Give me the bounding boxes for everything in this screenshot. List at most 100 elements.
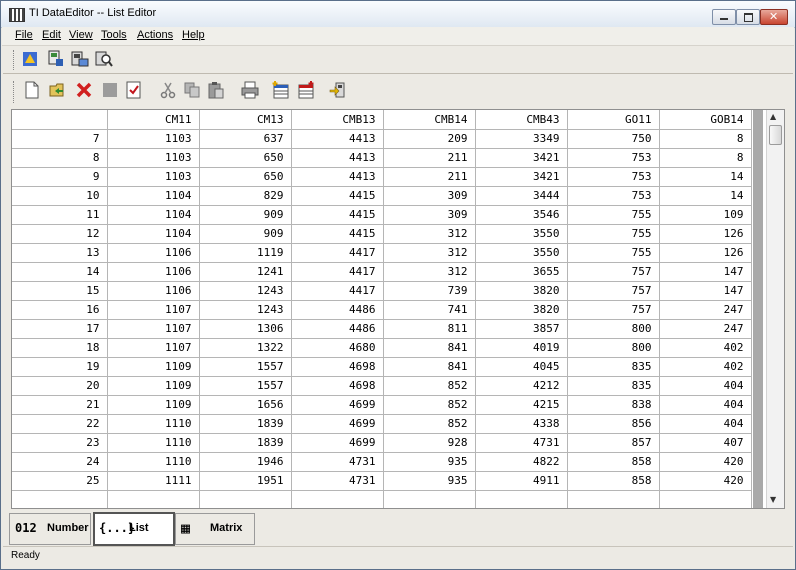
table-cell[interactable]: 650 <box>199 167 292 187</box>
table-cell[interactable]: 909 <box>199 224 292 244</box>
table-cell[interactable]: 841 <box>383 357 476 377</box>
table-cell[interactable]: 1103 <box>107 148 200 168</box>
table-cell[interactable]: 800 <box>567 319 660 339</box>
table-cell[interactable]: 1106 <box>107 262 200 282</box>
menu-help[interactable]: Help <box>182 29 205 41</box>
column-header[interactable]: CMB43 <box>475 110 568 130</box>
cut-icon[interactable] <box>159 81 177 99</box>
table-cell[interactable]: 3444 <box>475 186 568 206</box>
table-cell[interactable]: 857 <box>567 433 660 453</box>
stop-icon[interactable] <box>101 81 119 99</box>
minimize-button[interactable] <box>712 9 736 25</box>
table-cell[interactable]: 856 <box>567 414 660 434</box>
table-cell[interactable]: 1119 <box>199 243 292 263</box>
table-cell[interactable]: 1110 <box>107 452 200 472</box>
menu-edit[interactable]: Edit <box>42 29 61 41</box>
table-cell[interactable]: 1109 <box>107 395 200 415</box>
row-header[interactable]: 18 <box>12 338 108 358</box>
table-cell[interactable]: 757 <box>567 300 660 320</box>
table-cell[interactable]: 4699 <box>291 433 384 453</box>
table-cell[interactable]: 739 <box>383 281 476 301</box>
row-header[interactable]: 9 <box>12 167 108 187</box>
table-cell[interactable] <box>659 490 752 508</box>
new-icon[interactable] <box>23 81 41 99</box>
table-cell[interactable]: 147 <box>659 281 752 301</box>
table-cell[interactable]: 1839 <box>199 414 292 434</box>
row-header[interactable]: 20 <box>12 376 108 396</box>
table-cell[interactable]: 858 <box>567 471 660 491</box>
scroll-down-icon[interactable]: ▼ <box>770 495 776 504</box>
table-cell[interactable]: 1109 <box>107 376 200 396</box>
table-cell[interactable]: 4413 <box>291 148 384 168</box>
table-cell[interactable]: 4019 <box>475 338 568 358</box>
insert-column-icon[interactable] <box>297 81 315 99</box>
row-header[interactable]: 16 <box>12 300 108 320</box>
table-cell[interactable]: 1104 <box>107 224 200 244</box>
table-cell[interactable]: 4698 <box>291 376 384 396</box>
table-cell[interactable]: 211 <box>383 148 476 168</box>
table-cell[interactable]: 741 <box>383 300 476 320</box>
send-icon[interactable] <box>329 81 347 99</box>
row-header[interactable]: 25 <box>12 471 108 491</box>
table-cell[interactable]: 1109 <box>107 357 200 377</box>
row-header[interactable]: 24 <box>12 452 108 472</box>
table-cell[interactable]: 1241 <box>199 262 292 282</box>
delete-icon[interactable] <box>75 81 93 99</box>
table-cell[interactable]: 909 <box>199 205 292 225</box>
table-cell[interactable]: 1111 <box>107 471 200 491</box>
table-cell[interactable]: 407 <box>659 433 752 453</box>
menu-file[interactable]: File <box>15 29 33 41</box>
table-cell[interactable]: 753 <box>567 148 660 168</box>
table-cell[interactable]: 4698 <box>291 357 384 377</box>
table-cell[interactable]: 1107 <box>107 338 200 358</box>
table-cell[interactable]: 3546 <box>475 205 568 225</box>
table-cell[interactable]: 3550 <box>475 224 568 244</box>
table-cell[interactable]: 4415 <box>291 205 384 225</box>
table-cell[interactable]: 3550 <box>475 243 568 263</box>
table-cell[interactable]: 14 <box>659 186 752 206</box>
scroll-up-icon[interactable]: ▲ <box>770 112 776 121</box>
table-cell[interactable]: 3421 <box>475 167 568 187</box>
table-cell[interactable] <box>383 490 476 508</box>
table-cell[interactable]: 8 <box>659 148 752 168</box>
table-cell[interactable]: 757 <box>567 281 660 301</box>
row-header[interactable]: 17 <box>12 319 108 339</box>
table-cell[interactable]: 4699 <box>291 414 384 434</box>
table-cell[interactable]: 4822 <box>475 452 568 472</box>
table-cell[interactable]: 4417 <box>291 281 384 301</box>
row-header[interactable]: 19 <box>12 357 108 377</box>
explore-icon[interactable] <box>95 50 113 68</box>
table-cell[interactable]: 404 <box>659 395 752 415</box>
table-cell[interactable]: 1306 <box>199 319 292 339</box>
tab-list[interactable]: {...} List <box>93 512 175 546</box>
table-cell[interactable]: 4731 <box>475 433 568 453</box>
table-cell[interactable] <box>291 490 384 508</box>
table-cell[interactable]: 1839 <box>199 433 292 453</box>
table-cell[interactable]: 4680 <box>291 338 384 358</box>
table-cell[interactable]: 312 <box>383 224 476 244</box>
table-cell[interactable]: 928 <box>383 433 476 453</box>
table-cell[interactable]: 3857 <box>475 319 568 339</box>
table-cell[interactable]: 841 <box>383 338 476 358</box>
table-cell[interactable]: 1104 <box>107 205 200 225</box>
row-header[interactable]: 11 <box>12 205 108 225</box>
table-cell[interactable] <box>567 490 660 508</box>
table-cell[interactable]: 755 <box>567 224 660 244</box>
row-header[interactable]: 10 <box>12 186 108 206</box>
screenshot-icon[interactable] <box>71 50 89 68</box>
copy-icon[interactable] <box>183 81 201 99</box>
table-cell[interactable]: 402 <box>659 338 752 358</box>
table-cell[interactable]: 935 <box>383 471 476 491</box>
table-cell[interactable]: 858 <box>567 452 660 472</box>
vertical-scrollbar[interactable]: ▲ ▼ <box>766 110 784 508</box>
row-header[interactable]: 8 <box>12 148 108 168</box>
table-cell[interactable]: 404 <box>659 376 752 396</box>
table-cell[interactable]: 14 <box>659 167 752 187</box>
column-header[interactable]: CMB14 <box>383 110 476 130</box>
table-cell[interactable]: 4415 <box>291 224 384 244</box>
table-cell[interactable]: 247 <box>659 300 752 320</box>
table-cell[interactable]: 4731 <box>291 471 384 491</box>
table-cell[interactable]: 1557 <box>199 357 292 377</box>
row-header[interactable] <box>12 490 108 508</box>
print-icon[interactable] <box>241 81 259 99</box>
